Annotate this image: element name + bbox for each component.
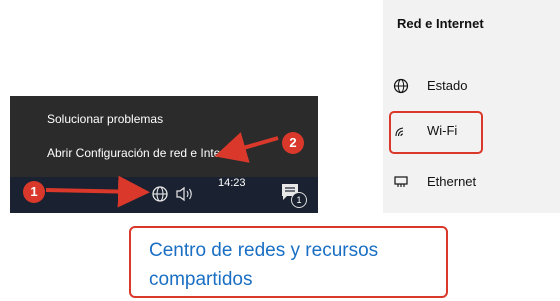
menu-item-troubleshoot[interactable]: Solucionar problemas <box>47 112 163 126</box>
clock-time[interactable]: 14:23 <box>218 177 246 189</box>
settings-title: Red e Internet <box>397 16 484 31</box>
taskbar: · 14:23 1 <box>10 177 318 213</box>
step-marker-2: 2 <box>282 132 304 154</box>
step-marker-1: 1 <box>23 181 45 203</box>
network-sharing-center-link[interactable]: Centro de redes y recursos compartidos <box>149 236 439 294</box>
speaker-icon[interactable] <box>175 185 195 203</box>
network-context-menu: Solucionar problemas Abrir Configuración… <box>10 96 318 213</box>
globe-icon[interactable] <box>151 185 169 203</box>
nav-label-estado: Estado <box>427 78 468 93</box>
menu-item-open-network-settings[interactable]: Abrir Configuración de red e Internet <box>47 146 241 160</box>
nav-label-ethernet: Ethernet <box>427 174 477 189</box>
globe-icon <box>393 78 409 94</box>
ethernet-icon <box>393 174 409 190</box>
network-sharing-center-card: Centro de redes y recursos compartidos <box>129 226 448 298</box>
notification-count-badge: 1 <box>291 192 307 208</box>
tray-up-icon[interactable]: · <box>107 184 111 199</box>
wifi-highlight-box <box>389 111 483 154</box>
settings-sidebar: Red e Internet Estado Wi-Fi Ethernet <box>383 0 560 213</box>
